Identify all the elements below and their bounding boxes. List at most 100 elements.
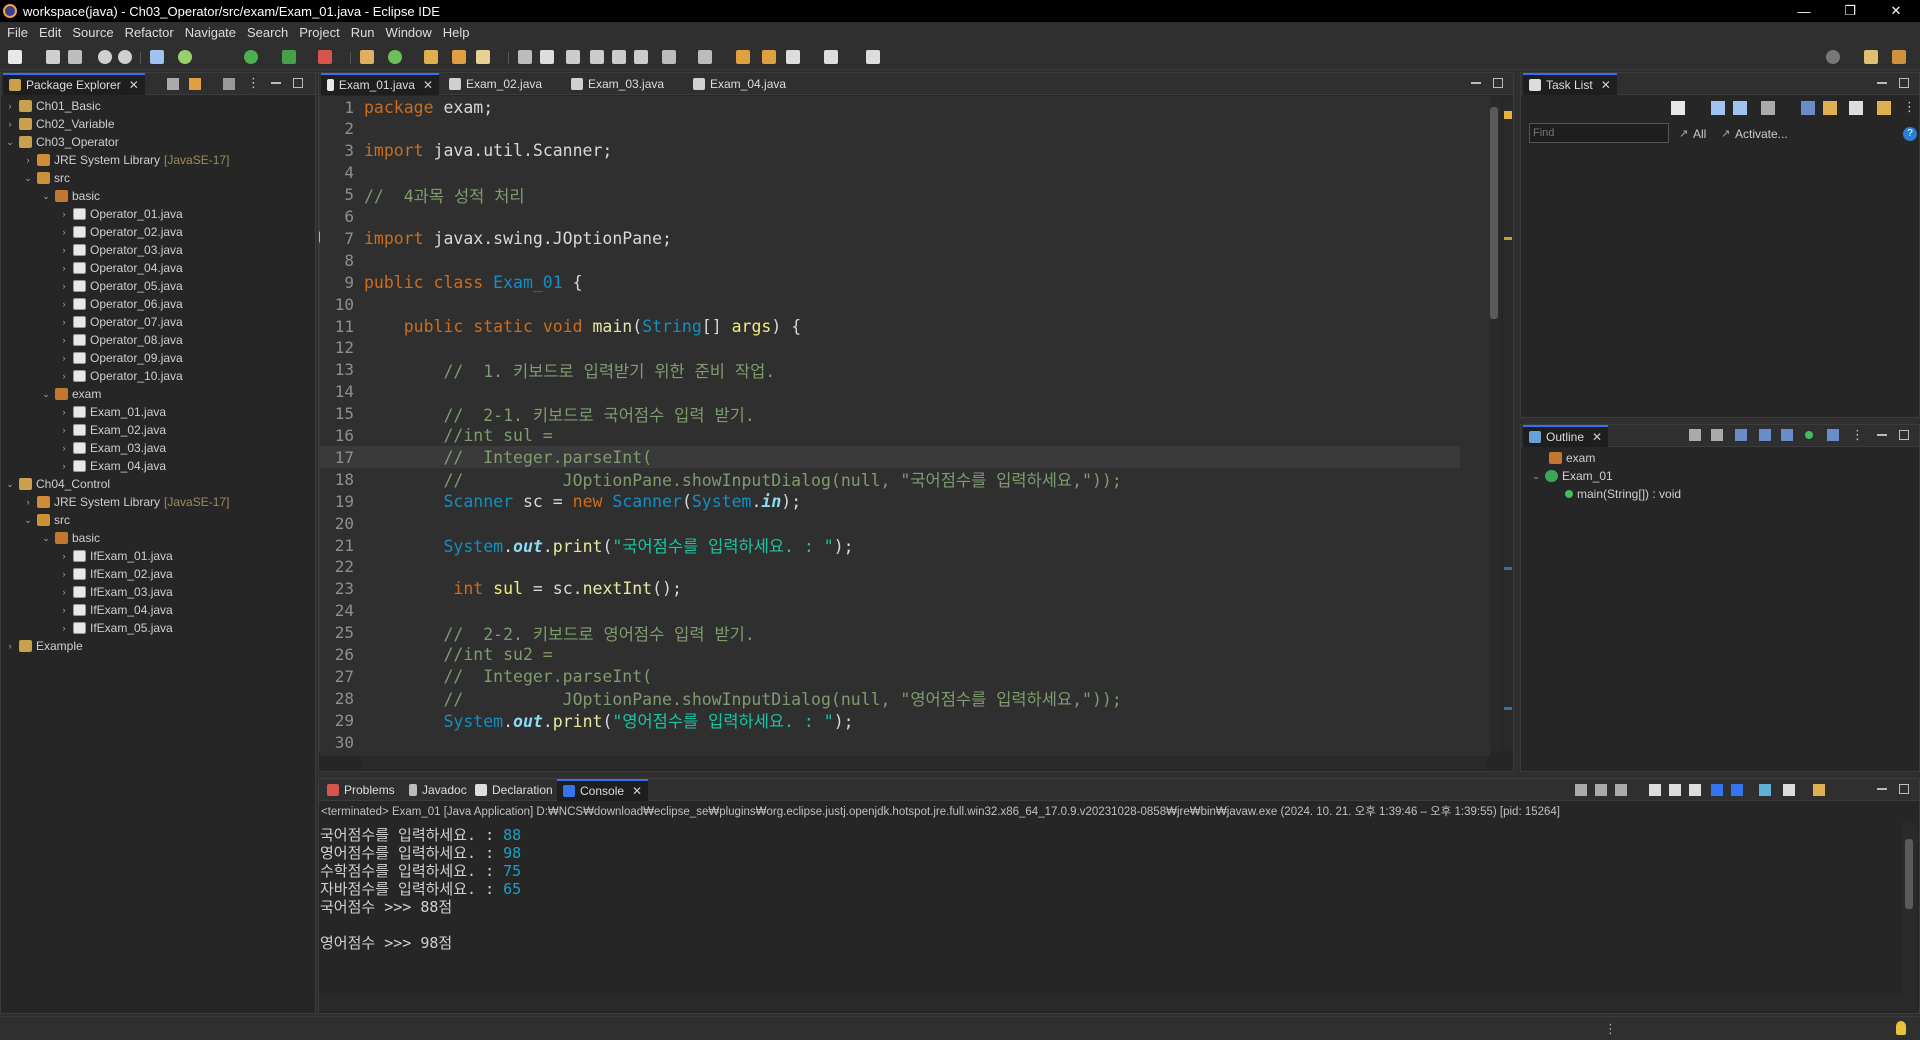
chevron-right-icon[interactable]: ›	[59, 623, 69, 633]
link-with-editor-icon[interactable]	[189, 78, 201, 90]
code-editor[interactable]: 1 package exam; 2 3 import java.util.Scanner…	[320, 96, 1490, 756]
tab-declaration[interactable]: Declaration	[469, 779, 559, 801]
run-icon[interactable]	[244, 50, 258, 64]
tree-item[interactable]: ⌄ basic	[41, 529, 100, 547]
hide-completed-icon[interactable]	[1761, 101, 1775, 115]
code-line[interactable]: 4	[320, 162, 1460, 184]
minimize-window-button[interactable]: —	[1784, 0, 1824, 22]
code-line[interactable]: 21 System.out.print("국어점수를 입력하세요. : ");	[320, 534, 1460, 557]
new-package-icon[interactable]	[388, 50, 402, 64]
clear-console-icon[interactable]	[1649, 784, 1661, 796]
tree-item[interactable]: ⌄ src	[23, 511, 70, 529]
close-icon[interactable]: ✕	[1592, 430, 1602, 444]
forward-edit-icon[interactable]	[762, 50, 776, 64]
tab-exam-02[interactable]: Exam_02.java	[443, 73, 548, 95]
chevron-right-icon[interactable]: ›	[59, 461, 69, 471]
pin-editor-icon[interactable]	[866, 50, 880, 64]
new-java-project-icon[interactable]	[360, 50, 374, 64]
code-line[interactable]: 7 import javax.swing.JOptionPane;	[320, 227, 1460, 249]
minimize-view-icon[interactable]	[271, 82, 281, 84]
chevron-right-icon[interactable]: ›	[59, 317, 69, 327]
tree-item[interactable]: › Ch01_Basic	[5, 97, 101, 115]
code-line[interactable]: 27 // Integer.parseInt(	[320, 665, 1460, 687]
chevron-down-icon[interactable]: ⌄	[5, 479, 15, 490]
chevron-down-icon[interactable]: ⌄	[41, 389, 51, 400]
maximize-view-icon[interactable]	[293, 78, 303, 88]
view-menu-icon[interactable]: ⋮	[1903, 99, 1916, 115]
code-line[interactable]: 11 public static void main(String[] args…	[320, 315, 1460, 337]
menu-search[interactable]: Search	[247, 25, 288, 40]
chevron-right-icon[interactable]: ›	[23, 497, 33, 507]
collapse-icon[interactable]	[1801, 101, 1815, 115]
tab-exam-04[interactable]: Exam_04.java	[687, 73, 792, 95]
tree-item[interactable]: › IfExam_04.java	[59, 601, 173, 619]
tree-item[interactable]: › Exam_02.java	[59, 421, 167, 439]
redo-icon[interactable]	[118, 50, 132, 64]
chevron-right-icon[interactable]: ›	[59, 335, 69, 345]
terminate-icon[interactable]	[1575, 784, 1587, 796]
new-icon[interactable]	[8, 50, 22, 64]
tree-item[interactable]: › Exam_01.java	[59, 403, 167, 421]
new-task-icon[interactable]	[1671, 101, 1685, 115]
tree-item[interactable]: › Operator_03.java	[59, 241, 183, 259]
chevron-right-icon[interactable]: ›	[59, 407, 69, 417]
sort-icon[interactable]	[1823, 101, 1837, 115]
menu-edit[interactable]: Edit	[39, 25, 61, 40]
minimize-view-icon[interactable]	[1471, 82, 1481, 84]
tab-task-list[interactable]: Task List ✕	[1523, 73, 1617, 95]
hide-fields-icon[interactable]	[1735, 429, 1747, 441]
chevron-right-icon[interactable]: ›	[5, 641, 15, 651]
tree-item[interactable]: › IfExam_02.java	[59, 565, 173, 583]
menu-source[interactable]: Source	[72, 25, 113, 40]
console-vertical-scrollbar[interactable]	[1901, 823, 1917, 995]
minimize-view-icon[interactable]	[1877, 434, 1887, 436]
console-output[interactable]: 국어점수를 입력하세요. : 88 영어점수를 입력하세요. : 98 수학점수를 …	[320, 822, 1902, 994]
hide-static-icon[interactable]	[1759, 429, 1771, 441]
open-folder-icon[interactable]	[452, 50, 466, 64]
tree-item[interactable]: › Operator_01.java	[59, 205, 183, 223]
code-line[interactable]: 9 public class Exam_01 {	[320, 271, 1460, 293]
tab-javadoc[interactable]: Javadoc	[403, 779, 473, 801]
toggle-mark-icon[interactable]	[518, 50, 532, 64]
tree-item[interactable]: › Operator_10.java	[59, 367, 183, 385]
code-line[interactable]: 28 // JOptionPane.showInputDialog(null, …	[320, 687, 1460, 710]
chevron-right-icon[interactable]: ›	[59, 551, 69, 561]
tree-item[interactable]: › IfExam_01.java	[59, 547, 173, 565]
tab-exam-03[interactable]: Exam_03.java	[565, 73, 670, 95]
chevron-down-icon[interactable]: ⌄	[1531, 471, 1541, 482]
tab-package-explorer[interactable]: Package Explorer ✕	[3, 73, 145, 95]
chevron-right-icon[interactable]: ›	[59, 299, 69, 309]
tree-item[interactable]: ⌄ src	[23, 169, 70, 187]
chevron-right-icon[interactable]: ›	[23, 155, 33, 165]
scheduled-icon[interactable]	[1733, 101, 1747, 115]
chevron-right-icon[interactable]: ›	[59, 371, 69, 381]
view-menu-icon[interactable]: ⋮	[1851, 427, 1864, 443]
restore-window-button[interactable]: ❐	[1830, 0, 1870, 22]
last-edit-icon[interactable]	[736, 50, 750, 64]
hide-local-types-icon[interactable]	[1805, 431, 1813, 439]
code-line[interactable]: 25 // 2-2. 키보드로 영어점수 입력 받기.	[320, 622, 1460, 644]
code-line[interactable]: 20	[320, 512, 1460, 534]
close-icon[interactable]: ✕	[1601, 78, 1611, 92]
pilcrow-icon[interactable]	[634, 50, 648, 64]
undo-icon[interactable]	[98, 50, 112, 64]
tab-outline[interactable]: Outline ✕	[1523, 425, 1609, 447]
prev-annotation-icon[interactable]	[698, 50, 712, 64]
outline-method[interactable]: main(String[]) : void	[1565, 485, 1681, 503]
code-line[interactable]: 14	[320, 381, 1460, 403]
tree-item[interactable]: › IfExam_03.java	[59, 583, 173, 601]
editor-horizontal-scrollbar[interactable]	[361, 755, 1487, 769]
menu-run[interactable]: Run	[351, 25, 375, 40]
close-icon[interactable]: ✕	[423, 78, 433, 92]
remove-launch-icon[interactable]	[1595, 784, 1607, 796]
status-bar-menu-icon[interactable]: ⋮	[1604, 1021, 1617, 1037]
tree-item[interactable]: › Exam_04.java	[59, 457, 167, 475]
back-icon[interactable]	[786, 50, 800, 64]
menu-help[interactable]: Help	[443, 25, 470, 40]
collapse-all-icon[interactable]	[167, 78, 179, 90]
chevron-right-icon[interactable]: ›	[5, 119, 15, 129]
menu-navigate[interactable]: Navigate	[185, 25, 236, 40]
display-console-icon[interactable]	[1783, 784, 1795, 796]
code-line[interactable]: 16 //int sul =	[320, 425, 1460, 447]
code-line[interactable]: 5 // 4과목 성적 처리	[320, 184, 1460, 206]
